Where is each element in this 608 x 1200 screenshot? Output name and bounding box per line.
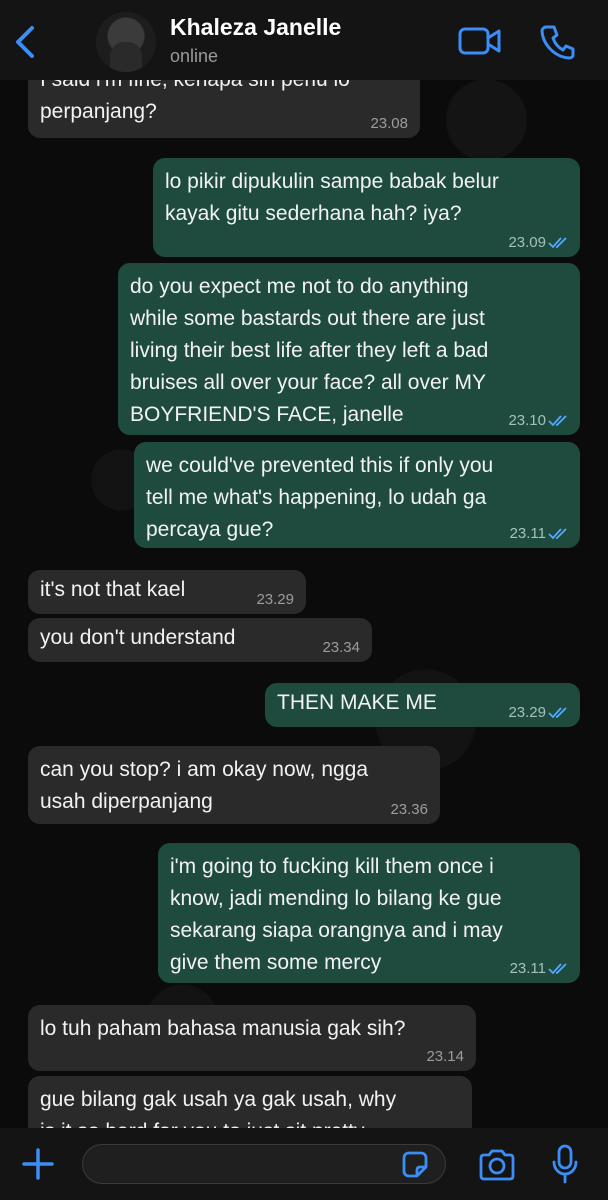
chat-header: Khaleza Janelle online: [0, 0, 608, 80]
message-bubble-incoming[interactable]: it's not that kael 23.29: [28, 570, 306, 614]
double-check-icon: [548, 528, 567, 540]
message-bubble-outgoing[interactable]: do you expect me not to do anything whil…: [118, 263, 580, 435]
message-text: lo tuh paham bahasa manusia gak sih?: [40, 1017, 406, 1040]
message-text: can you stop? i am okay now, ngga usah d…: [40, 758, 369, 813]
message-text: lo pikir dipukulin sampe babak belur kay…: [165, 170, 499, 225]
message-input-bar: [0, 1128, 608, 1200]
message-time: 23.11: [509, 525, 546, 542]
chevron-left-icon: [16, 26, 34, 58]
message-time: 23.29: [256, 591, 294, 608]
message-bubble-outgoing[interactable]: lo pikir dipukulin sampe babak belur kay…: [153, 158, 580, 257]
plus-icon: [22, 1148, 54, 1180]
message-time: 23.09: [508, 234, 546, 251]
sticker-icon: [402, 1151, 428, 1178]
message-bubble-outgoing[interactable]: i'm going to fucking kill them once i kn…: [158, 843, 580, 983]
message-input[interactable]: [82, 1144, 446, 1184]
message-time: 23.36: [390, 801, 428, 818]
message-text: do you expect me not to do anything whil…: [130, 275, 489, 426]
message-bubble-incoming[interactable]: lo tuh paham bahasa manusia gak sih? 23.…: [28, 1005, 476, 1071]
message-time: 23.14: [426, 1048, 464, 1065]
contact-status: online: [170, 46, 219, 66]
back-button[interactable]: [8, 22, 42, 62]
double-check-icon: [548, 237, 567, 249]
message-bubble-incoming[interactable]: can you stop? i am okay now, ngga usah d…: [28, 746, 440, 824]
phone-icon: [540, 25, 575, 60]
microphone-icon: [552, 1144, 578, 1184]
video-call-button[interactable]: [458, 26, 502, 56]
message-bubble-incoming[interactable]: you don't understand 23.34: [28, 618, 372, 662]
double-check-icon: [548, 707, 567, 719]
double-check-icon: [548, 963, 567, 975]
message-time: 23.29: [508, 704, 546, 721]
message-time: 23.10: [508, 412, 546, 429]
contact-name[interactable]: Khaleza Janelle: [170, 14, 341, 41]
video-camera-icon: [458, 27, 501, 55]
message-time: 23.08: [370, 115, 408, 132]
camera-button[interactable]: [478, 1148, 516, 1182]
double-check-icon: [548, 415, 567, 427]
message-bubble-outgoing[interactable]: THEN MAKE ME 23.29: [265, 683, 580, 727]
message-text: i'm going to fucking kill them once i kn…: [170, 855, 503, 974]
message-time: 23.11: [509, 960, 546, 977]
message-text: you don't understand: [40, 626, 236, 649]
sticker-button[interactable]: [400, 1150, 430, 1180]
message-time: 23.34: [322, 639, 360, 656]
microphone-button[interactable]: [550, 1144, 580, 1184]
message-bubble-outgoing[interactable]: we could've prevented this if only you t…: [134, 442, 580, 548]
message-text: we could've prevented this if only you t…: [146, 454, 494, 541]
camera-icon: [479, 1149, 515, 1181]
contact-avatar[interactable]: [96, 12, 156, 72]
voice-call-button[interactable]: [540, 24, 576, 60]
attach-button[interactable]: [20, 1146, 56, 1182]
